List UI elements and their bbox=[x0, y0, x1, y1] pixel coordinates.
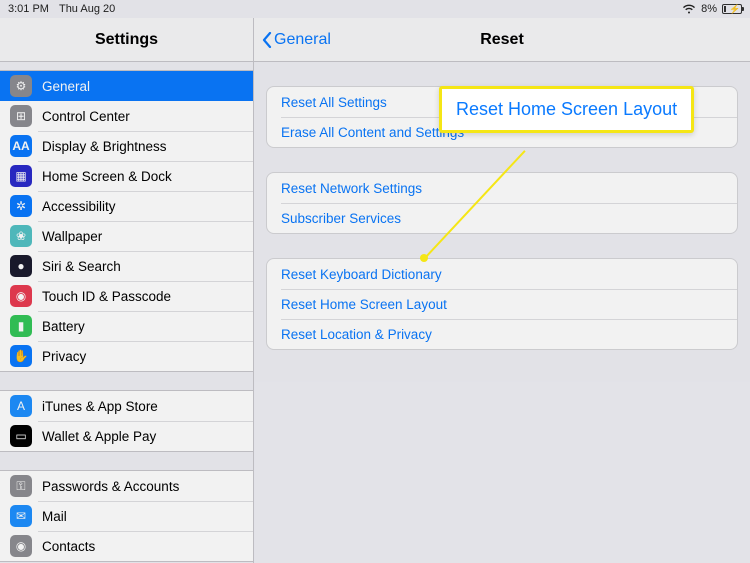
sidebar-item-label: Mail bbox=[42, 509, 253, 524]
home-icon: ▦ bbox=[10, 165, 32, 187]
callout-dot bbox=[420, 254, 428, 262]
status-time: 3:01 PM bbox=[8, 3, 49, 15]
privacy-icon: ✋ bbox=[10, 345, 32, 367]
sidebar-item-label: Passwords & Accounts bbox=[42, 479, 253, 494]
sidebar-item-accessibility[interactable]: ✲ Accessibility bbox=[0, 191, 253, 221]
reset-option-reset-keyboard-dictionary[interactable]: Reset Keyboard Dictionary bbox=[267, 259, 737, 289]
sidebar-item-wallpaper[interactable]: ❀ Wallpaper bbox=[0, 221, 253, 251]
battery-icon: ▮ bbox=[10, 315, 32, 337]
sidebar-item-privacy[interactable]: ✋ Privacy bbox=[0, 341, 253, 371]
callout-box: Reset Home Screen Layout bbox=[439, 86, 694, 133]
wallet-icon: ▭ bbox=[10, 425, 32, 447]
access-icon: ✲ bbox=[10, 195, 32, 217]
display-icon: AA bbox=[10, 135, 32, 157]
sidebar-item-label: Siri & Search bbox=[42, 259, 253, 274]
chevron-left-icon bbox=[262, 32, 272, 48]
reset-option-reset-location-privacy[interactable]: Reset Location & Privacy bbox=[267, 319, 737, 349]
sidebar-item-home-screen-dock[interactable]: ▦ Home Screen & Dock bbox=[0, 161, 253, 191]
pwd-icon: ⚿ bbox=[10, 475, 32, 497]
wifi-icon bbox=[682, 4, 696, 14]
reset-option-reset-network-settings[interactable]: Reset Network Settings bbox=[267, 173, 737, 203]
sidebar-title: Settings bbox=[95, 31, 158, 49]
status-date: Thu Aug 20 bbox=[59, 3, 115, 15]
detail-title: Reset bbox=[480, 31, 524, 49]
sidebar-item-label: Contacts bbox=[42, 539, 253, 554]
sidebar-item-label: Battery bbox=[42, 319, 253, 334]
touch-icon: ◉ bbox=[10, 285, 32, 307]
itunes-icon: A bbox=[10, 395, 32, 417]
contacts-icon: ◉ bbox=[10, 535, 32, 557]
detail-header: General Reset bbox=[254, 18, 750, 62]
general-icon: ⚙ bbox=[10, 75, 32, 97]
settings-sidebar: Settings ⚙ General ⊞ Control Center AA Displa… bbox=[0, 18, 254, 563]
sidebar-item-label: Privacy bbox=[42, 349, 253, 364]
sidebar-item-general[interactable]: ⚙ General bbox=[0, 71, 253, 101]
callout-label: Reset Home Screen Layout bbox=[456, 99, 677, 120]
mail-icon: ✉ bbox=[10, 505, 32, 527]
sidebar-item-display-brightness[interactable]: AA Display & Brightness bbox=[0, 131, 253, 161]
control-icon: ⊞ bbox=[10, 105, 32, 127]
sidebar-item-label: Wallet & Apple Pay bbox=[42, 429, 253, 444]
back-button[interactable]: General bbox=[262, 18, 331, 61]
sidebar-item-label: Accessibility bbox=[42, 199, 253, 214]
sidebar-item-siri-search[interactable]: ● Siri & Search bbox=[0, 251, 253, 281]
sidebar-item-contacts[interactable]: ◉ Contacts bbox=[0, 531, 253, 561]
sidebar-item-label: Wallpaper bbox=[42, 229, 253, 244]
battery-icon: ⚡ bbox=[722, 4, 742, 14]
status-bar: 3:01 PM Thu Aug 20 8% ⚡ bbox=[0, 0, 750, 18]
sidebar-item-label: Control Center bbox=[42, 109, 253, 124]
sidebar-header: Settings bbox=[0, 18, 253, 62]
sidebar-item-label: General bbox=[42, 79, 253, 94]
sidebar-item-label: iTunes & App Store bbox=[42, 399, 253, 414]
sidebar-item-itunes-app-store[interactable]: AiTunes & App Store bbox=[0, 391, 253, 421]
sidebar-item-battery[interactable]: ▮ Battery bbox=[0, 311, 253, 341]
reset-option-reset-home-screen-layout[interactable]: Reset Home Screen Layout bbox=[267, 289, 737, 319]
sidebar-item-label: Display & Brightness bbox=[42, 139, 253, 154]
wall-icon: ❀ bbox=[10, 225, 32, 247]
detail-pane: General Reset Reset All SettingsErase Al… bbox=[254, 18, 750, 563]
back-label: General bbox=[274, 31, 331, 49]
battery-percent: 8% bbox=[701, 3, 717, 15]
sidebar-item-label: Touch ID & Passcode bbox=[42, 289, 253, 304]
sidebar-item-touch-id-passcode[interactable]: ◉ Touch ID & Passcode bbox=[0, 281, 253, 311]
sidebar-item-passwords-accounts[interactable]: ⚿ Passwords & Accounts bbox=[0, 471, 253, 501]
sidebar-item-label: Home Screen & Dock bbox=[42, 169, 253, 184]
siri-icon: ● bbox=[10, 255, 32, 277]
reset-option-subscriber-services[interactable]: Subscriber Services bbox=[267, 203, 737, 233]
sidebar-item-wallet-apple-pay[interactable]: ▭ Wallet & Apple Pay bbox=[0, 421, 253, 451]
sidebar-item-mail[interactable]: ✉ Mail bbox=[0, 501, 253, 531]
sidebar-item-control-center[interactable]: ⊞ Control Center bbox=[0, 101, 253, 131]
